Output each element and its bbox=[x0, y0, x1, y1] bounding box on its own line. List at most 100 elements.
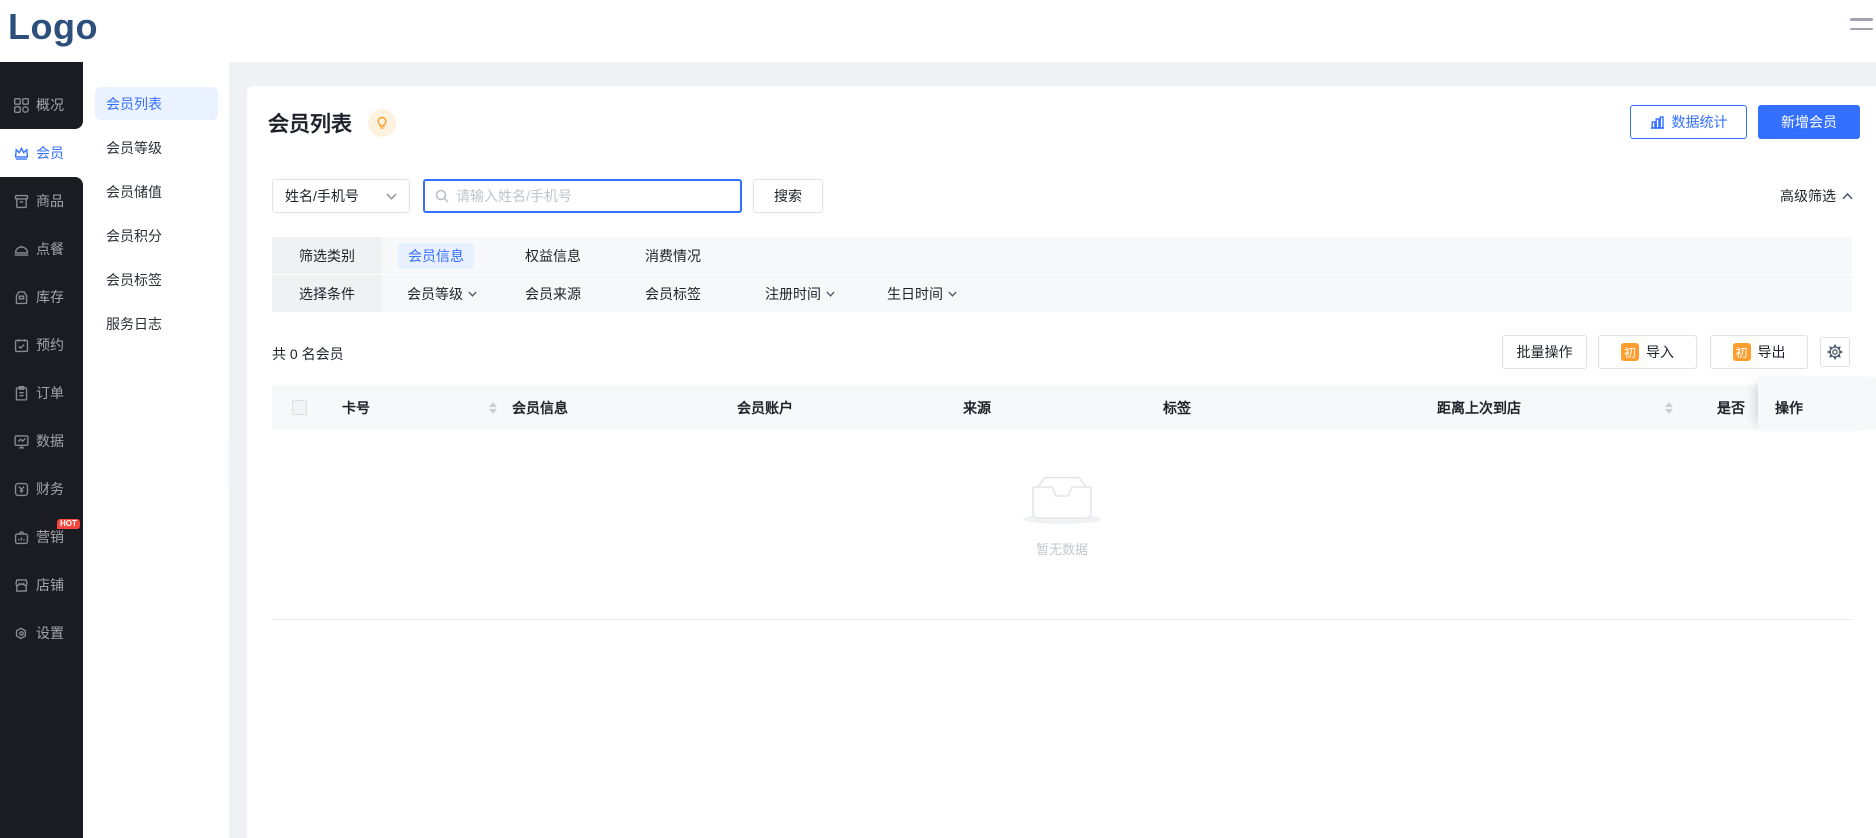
select-all-checkbox[interactable] bbox=[292, 400, 307, 415]
column-header-action: 操作 bbox=[1758, 385, 1803, 430]
tip-bulb-badge[interactable] bbox=[368, 109, 396, 137]
filter-panel: 筛选类别 会员信息 权益信息 消费情况 选择条件 会员等级 会员来源 会员标签 … bbox=[272, 237, 1852, 312]
settings-gear-icon bbox=[13, 625, 30, 642]
fixed-action-column-header: 操作 bbox=[1758, 377, 1876, 430]
filter-member-tag[interactable]: 会员标签 bbox=[645, 284, 701, 304]
sidebar-item-label: 商品 bbox=[36, 191, 64, 211]
import-button[interactable]: 初 导入 bbox=[1598, 335, 1697, 369]
data-monitor-icon bbox=[13, 433, 30, 450]
goods-box-icon bbox=[13, 193, 30, 210]
search-button[interactable]: 搜索 bbox=[753, 179, 823, 213]
sidebar-item-goods[interactable]: 商品 bbox=[0, 177, 83, 225]
sidebar-item-inventory[interactable]: 库存 bbox=[0, 273, 83, 321]
content-card: 会员列表 数据统计 新增会员 姓名/手机号 bbox=[247, 86, 1876, 838]
sort-icon[interactable] bbox=[1665, 402, 1673, 414]
import-label: 导入 bbox=[1646, 342, 1674, 362]
filter-item-label: 生日时间 bbox=[887, 284, 943, 304]
submenu-item-service-log[interactable]: 服务日志 bbox=[95, 307, 218, 340]
search-input[interactable] bbox=[456, 188, 730, 204]
column-header-member-account: 会员账户 bbox=[737, 385, 793, 430]
submenu-item-member-level[interactable]: 会员等级 bbox=[95, 131, 218, 164]
sidebar-item-label: 财务 bbox=[36, 479, 64, 499]
sidebar-item-booking[interactable]: 预约 bbox=[0, 321, 83, 369]
sidebar-item-dining[interactable]: 点餐 bbox=[0, 225, 83, 273]
search-field-value: 姓名/手机号 bbox=[285, 186, 386, 206]
filter-tab-rights-info[interactable]: 权益信息 bbox=[525, 246, 581, 266]
add-member-button[interactable]: 新增会员 bbox=[1758, 105, 1860, 139]
filter-member-level[interactable]: 会员等级 bbox=[407, 284, 477, 304]
submenu-label: 会员列表 bbox=[106, 94, 162, 114]
add-member-label: 新增会员 bbox=[1781, 112, 1837, 132]
filter-tab-consumption[interactable]: 消费情况 bbox=[645, 246, 701, 266]
order-clipboard-icon bbox=[13, 385, 30, 402]
column-header-member-info: 会员信息 bbox=[512, 385, 568, 430]
filter-tab-label: 会员信息 bbox=[408, 246, 464, 266]
data-stats-button[interactable]: 数据统计 bbox=[1630, 105, 1747, 139]
search-button-label: 搜索 bbox=[774, 186, 802, 206]
column-label: 是否 bbox=[1717, 398, 1745, 418]
chevron-down-icon bbox=[826, 291, 835, 297]
export-button[interactable]: 初 导出 bbox=[1710, 335, 1808, 369]
column-header-card-number[interactable]: 卡号 bbox=[342, 385, 497, 430]
hamburger-menu-icon[interactable] bbox=[1850, 18, 1874, 36]
chevron-down-icon bbox=[468, 291, 477, 297]
sidebar-item-order[interactable]: 订单 bbox=[0, 369, 83, 417]
advanced-filter-toggle[interactable]: 高级筛选 bbox=[1780, 179, 1853, 213]
column-header-last-visit[interactable]: 距离上次到店 bbox=[1437, 385, 1673, 430]
sidebar-item-label: 店铺 bbox=[36, 575, 64, 595]
submenu-label: 会员等级 bbox=[106, 138, 162, 158]
search-field-select[interactable]: 姓名/手机号 bbox=[272, 179, 410, 213]
batch-action-button[interactable]: 批量操作 bbox=[1502, 335, 1587, 369]
chevron-down-icon bbox=[386, 193, 397, 200]
table-header: 卡号 会员信息 会员账户 来源 标签 距离上次到店 是否 bbox=[272, 385, 1876, 430]
sidebar-item-finance[interactable]: 财务 bbox=[0, 465, 83, 513]
sidebar-item-member[interactable]: 会员 bbox=[0, 129, 83, 177]
filter-birthday-time[interactable]: 生日时间 bbox=[887, 284, 957, 304]
sort-icon[interactable] bbox=[489, 402, 497, 414]
column-settings-button[interactable] bbox=[1820, 337, 1850, 367]
search-input-wrap bbox=[423, 179, 742, 213]
submenu-item-member-tags[interactable]: 会员标签 bbox=[95, 263, 218, 296]
filter-register-time[interactable]: 注册时间 bbox=[765, 284, 835, 304]
submenu-label: 会员储值 bbox=[106, 182, 162, 202]
filter-item-label: 会员等级 bbox=[407, 284, 463, 304]
data-stats-label: 数据统计 bbox=[1672, 112, 1728, 132]
member-crown-icon bbox=[13, 145, 30, 162]
filter-condition-row: 选择条件 会员等级 会员来源 会员标签 注册时间 生日时间 bbox=[272, 274, 1852, 312]
sidebar-item-overview[interactable]: 概况 bbox=[0, 81, 83, 129]
sidebar-item-label: 设置 bbox=[36, 623, 64, 643]
store-front-icon bbox=[13, 577, 30, 594]
sidebar-item-label: 营销 bbox=[36, 527, 64, 547]
submenu-item-member-points[interactable]: 会员积分 bbox=[95, 219, 218, 252]
submenu-item-member-stored-value[interactable]: 会员储值 bbox=[95, 175, 218, 208]
export-badge: 初 bbox=[1733, 343, 1751, 361]
column-label: 来源 bbox=[963, 398, 991, 418]
filter-tab-member-info[interactable]: 会员信息 bbox=[398, 243, 474, 269]
page-title: 会员列表 bbox=[268, 108, 352, 138]
member-count-text: 共 0 名会员 bbox=[272, 344, 344, 364]
export-label: 导出 bbox=[1758, 342, 1786, 362]
hot-badge: HOT bbox=[57, 519, 80, 529]
sidebar-item-label: 会员 bbox=[36, 143, 64, 163]
bar-chart-icon bbox=[1650, 116, 1665, 129]
filter-category-row: 筛选类别 会员信息 权益信息 消费情况 bbox=[272, 237, 1852, 274]
column-label: 卡号 bbox=[342, 398, 481, 418]
column-header-tags: 标签 bbox=[1163, 385, 1191, 430]
inventory-archive-icon bbox=[13, 289, 30, 306]
sidebar-item-store[interactable]: 店铺 bbox=[0, 561, 83, 609]
sidebar-item-data[interactable]: 数据 bbox=[0, 417, 83, 465]
submenu-item-member-list[interactable]: 会员列表 bbox=[95, 87, 218, 120]
column-header-source: 来源 bbox=[963, 385, 991, 430]
search-icon bbox=[435, 189, 449, 203]
filter-member-source[interactable]: 会员来源 bbox=[525, 284, 581, 304]
main-background: 会员列表 数据统计 新增会员 姓名/手机号 bbox=[229, 62, 1876, 838]
filter-condition-label: 选择条件 bbox=[272, 275, 382, 312]
marketing-case-icon bbox=[13, 529, 30, 546]
primary-sidebar: 概况 会员 商品 点餐 库存 预约 订单 数据 bbox=[0, 62, 83, 838]
filter-tab-label: 权益信息 bbox=[525, 246, 581, 266]
secondary-sidebar: 会员列表 会员等级 会员储值 会员积分 会员标签 服务日志 bbox=[83, 62, 229, 838]
sidebar-item-settings[interactable]: 设置 bbox=[0, 609, 83, 657]
column-label: 标签 bbox=[1163, 398, 1191, 418]
gear-icon bbox=[1827, 344, 1843, 360]
booking-calendar-icon bbox=[13, 337, 30, 354]
